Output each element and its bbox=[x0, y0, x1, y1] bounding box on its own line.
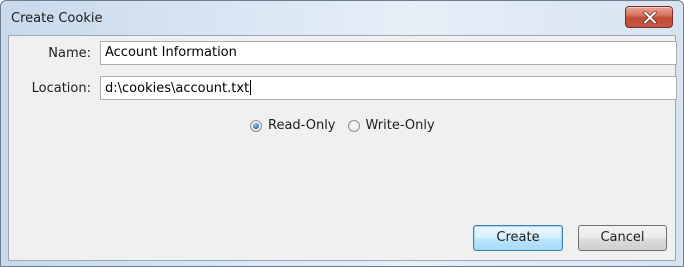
write-only-label: Write-Only bbox=[365, 118, 435, 133]
location-value: d:\cookies\account.txt bbox=[105, 81, 250, 96]
access-radio-group: Read-Only Write-Only bbox=[250, 118, 447, 133]
name-field[interactable]: Account Information bbox=[100, 41, 677, 65]
location-label: Location: bbox=[31, 81, 91, 96]
cancel-button[interactable]: Cancel bbox=[578, 225, 667, 251]
read-only-label: Read-Only bbox=[268, 118, 336, 133]
title-bar[interactable]: Create Cookie bbox=[1, 1, 683, 35]
read-only-radio[interactable]: Read-Only bbox=[250, 118, 336, 133]
text-caret bbox=[250, 80, 252, 95]
close-icon bbox=[643, 11, 657, 24]
name-value: Account Information bbox=[105, 45, 237, 60]
radio-unchecked-icon bbox=[347, 119, 360, 132]
create-cookie-dialog: Create Cookie Name: Account Information … bbox=[0, 0, 684, 267]
location-field[interactable]: d:\cookies\account.txt bbox=[100, 76, 677, 100]
dialog-title: Create Cookie bbox=[11, 11, 103, 26]
dialog-body: Name: Account Information Location: d:\c… bbox=[8, 35, 677, 261]
create-button[interactable]: Create bbox=[473, 225, 563, 251]
close-button[interactable] bbox=[625, 6, 673, 28]
name-label: Name: bbox=[48, 46, 91, 61]
radio-checked-icon bbox=[250, 119, 262, 132]
write-only-radio[interactable]: Write-Only bbox=[347, 118, 435, 133]
